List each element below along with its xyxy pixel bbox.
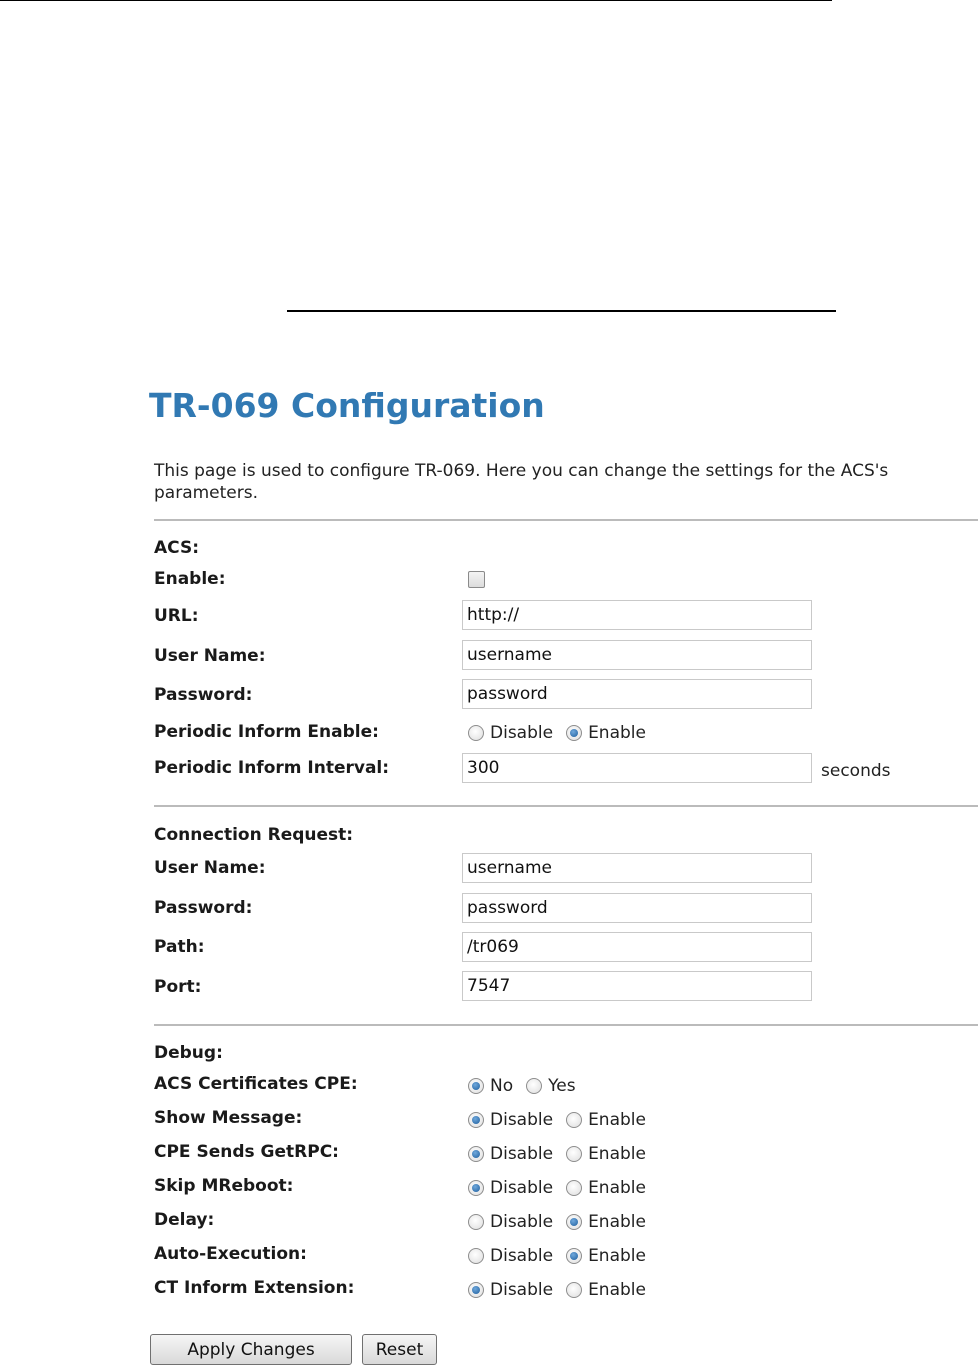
radio-option-label: Enable xyxy=(588,1212,646,1232)
acs-url-label: URL: xyxy=(154,606,199,626)
connection-request-section-heading: Connection Request: xyxy=(154,825,354,845)
page-description: This page is used to configure TR-069. H… xyxy=(154,461,889,503)
acs-url-input[interactable] xyxy=(462,600,812,630)
document-divider-rule xyxy=(287,310,836,312)
radio-option-label: No xyxy=(490,1076,514,1096)
cpe-getrpc-disable-option[interactable]: Disable xyxy=(468,1144,553,1164)
reset-button[interactable]: Reset xyxy=(362,1334,437,1365)
section-divider xyxy=(154,805,978,807)
skip-mreboot-radio-group: Disable Enable xyxy=(468,1177,659,1199)
conn-port-label: Port: xyxy=(154,977,202,997)
ct-inform-disable-radio[interactable] xyxy=(468,1282,484,1298)
radio-option-label: Disable xyxy=(490,723,554,743)
acs-enable-checkbox[interactable] xyxy=(468,571,485,588)
delay-label: Delay: xyxy=(154,1210,215,1230)
show-message-disable-radio[interactable] xyxy=(468,1112,484,1128)
periodic-inform-disable-option[interactable]: Disable xyxy=(468,723,553,743)
conn-password-label: Password: xyxy=(154,898,253,918)
conn-username-input[interactable] xyxy=(462,853,812,883)
show-message-enable-radio[interactable] xyxy=(566,1112,583,1128)
show-message-radio-group: Disable Enable xyxy=(468,1109,659,1131)
cpe-getrpc-enable-option[interactable]: Enable xyxy=(566,1144,646,1164)
conn-port-input[interactable] xyxy=(462,971,812,1001)
document-top-rule xyxy=(0,0,832,1)
periodic-inform-disable-radio[interactable] xyxy=(468,725,484,741)
radio-option-label: Enable xyxy=(588,1178,646,1198)
auto-execution-enable-option[interactable]: Enable xyxy=(566,1246,646,1266)
radio-option-label: Enable xyxy=(588,1246,646,1266)
acs-certificates-cpe-label: ACS Certificates CPE: xyxy=(154,1074,358,1094)
acs-certificates-no-option[interactable]: No xyxy=(468,1076,513,1096)
radio-option-label: Disable xyxy=(490,1280,554,1300)
periodic-inform-interval-input[interactable] xyxy=(462,753,812,783)
acs-username-label: User Name: xyxy=(154,646,266,666)
conn-path-label: Path: xyxy=(154,937,205,957)
acs-password-label: Password: xyxy=(154,685,253,705)
acs-certificates-yes-option[interactable]: Yes xyxy=(526,1076,576,1096)
ct-inform-extension-label: CT Inform Extension: xyxy=(154,1278,355,1298)
radio-option-label: Enable xyxy=(588,1280,646,1300)
radio-option-label: Disable xyxy=(490,1212,554,1232)
acs-username-input[interactable] xyxy=(462,640,812,670)
auto-execution-disable-option[interactable]: Disable xyxy=(468,1246,553,1266)
delay-enable-option[interactable]: Enable xyxy=(566,1212,646,1232)
show-message-enable-option[interactable]: Enable xyxy=(566,1110,646,1130)
ct-inform-extension-radio-group: Disable Enable xyxy=(468,1279,659,1301)
cpe-getrpc-disable-radio[interactable] xyxy=(468,1146,484,1162)
section-divider xyxy=(154,519,978,521)
interval-unit-label: seconds xyxy=(821,761,891,781)
conn-path-input[interactable] xyxy=(462,932,812,962)
skip-mreboot-disable-radio[interactable] xyxy=(468,1180,484,1196)
acs-enable-label: Enable: xyxy=(154,569,226,589)
periodic-inform-enable-radio-group: Disable Enable xyxy=(468,722,659,744)
section-divider xyxy=(154,1024,978,1026)
radio-option-label: Disable xyxy=(490,1110,554,1130)
auto-execution-label: Auto-Execution: xyxy=(154,1244,307,1264)
show-message-disable-option[interactable]: Disable xyxy=(468,1110,553,1130)
radio-option-label: Disable xyxy=(490,1178,554,1198)
radio-option-label: Yes xyxy=(548,1076,576,1096)
acs-section-heading: ACS: xyxy=(154,538,199,558)
delay-disable-radio[interactable] xyxy=(468,1214,484,1230)
ct-inform-enable-radio[interactable] xyxy=(566,1282,583,1298)
delay-enable-radio[interactable] xyxy=(566,1214,583,1230)
radio-option-label: Enable xyxy=(588,723,646,743)
periodic-inform-enable-option[interactable]: Enable xyxy=(566,723,646,743)
acs-certificates-cpe-radio-group: No Yes xyxy=(468,1075,589,1097)
auto-execution-disable-radio[interactable] xyxy=(468,1248,484,1264)
radio-option-label: Disable xyxy=(490,1144,554,1164)
acs-password-input[interactable] xyxy=(462,679,812,709)
auto-execution-enable-radio[interactable] xyxy=(566,1248,583,1264)
radio-option-label: Disable xyxy=(490,1246,554,1266)
delay-radio-group: Disable Enable xyxy=(468,1211,659,1233)
acs-certificates-yes-radio[interactable] xyxy=(526,1078,543,1094)
page-title: TR-069 Configuration xyxy=(149,386,545,425)
debug-section-heading: Debug: xyxy=(154,1043,223,1063)
cpe-sends-getrpc-radio-group: Disable Enable xyxy=(468,1143,659,1165)
periodic-inform-enable-label: Periodic Inform Enable: xyxy=(154,722,379,742)
apply-changes-button[interactable]: Apply Changes xyxy=(150,1334,352,1365)
ct-inform-enable-option[interactable]: Enable xyxy=(566,1280,646,1300)
skip-mreboot-enable-option[interactable]: Enable xyxy=(566,1178,646,1198)
show-message-label: Show Message: xyxy=(154,1108,303,1128)
radio-option-label: Enable xyxy=(588,1144,646,1164)
radio-option-label: Enable xyxy=(588,1110,646,1130)
periodic-inform-enable-radio[interactable] xyxy=(566,725,583,741)
skip-mreboot-disable-option[interactable]: Disable xyxy=(468,1178,553,1198)
conn-username-label: User Name: xyxy=(154,858,266,878)
cpe-getrpc-enable-radio[interactable] xyxy=(566,1146,583,1162)
conn-password-input[interactable] xyxy=(462,893,812,923)
delay-disable-option[interactable]: Disable xyxy=(468,1212,553,1232)
skip-mreboot-label: Skip MReboot: xyxy=(154,1176,294,1196)
periodic-inform-interval-label: Periodic Inform Interval: xyxy=(154,758,390,778)
acs-certificates-no-radio[interactable] xyxy=(468,1078,484,1094)
skip-mreboot-enable-radio[interactable] xyxy=(566,1180,583,1196)
ct-inform-disable-option[interactable]: Disable xyxy=(468,1280,553,1300)
auto-execution-radio-group: Disable Enable xyxy=(468,1245,659,1267)
cpe-sends-getrpc-label: CPE Sends GetRPC: xyxy=(154,1142,339,1162)
